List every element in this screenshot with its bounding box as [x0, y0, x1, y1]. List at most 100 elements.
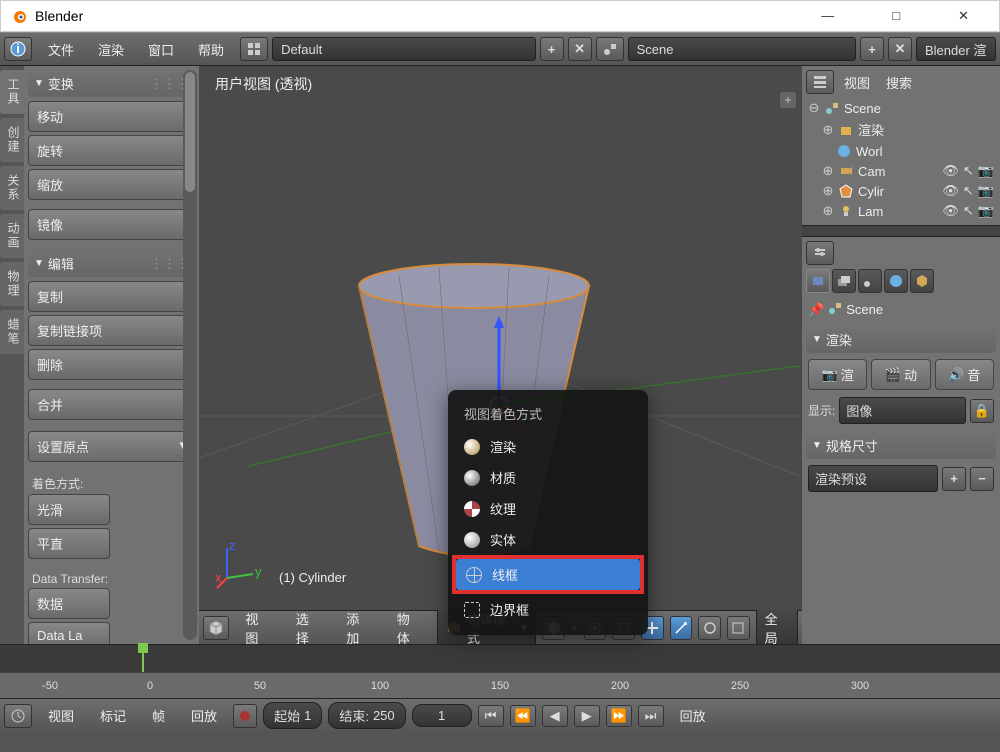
outliner-menu-view[interactable]: 视图 [838, 71, 876, 94]
editor-type-outliner-icon[interactable] [806, 70, 834, 94]
timeline-menu-marker[interactable]: 标记 [90, 702, 136, 729]
close-button[interactable]: ✕ [938, 2, 989, 30]
outliner-render-row[interactable]: ⊕ 渲染 [804, 118, 998, 141]
join-button[interactable]: 合并 [28, 389, 195, 420]
menu-help[interactable]: 帮助 [186, 34, 236, 65]
preset-remove-button[interactable]: − [970, 467, 994, 491]
set-origin-button[interactable]: 设置原点▾ [28, 431, 195, 462]
layout-browse-icon[interactable] [240, 37, 268, 61]
frame-current-field[interactable]: 1 [412, 704, 472, 727]
preset-add-button[interactable]: + [942, 467, 966, 491]
keyframe-next-button[interactable]: ⏩ [606, 705, 632, 727]
data-button[interactable]: 数据 [28, 588, 110, 619]
manipulator-rotate[interactable] [698, 616, 721, 640]
shading-bbox[interactable]: 边界框 [454, 594, 642, 625]
scene-browse-icon[interactable] [596, 37, 624, 61]
edit-panel-header[interactable]: ▼ 编辑⋮⋮⋮ [28, 250, 195, 277]
translate-button[interactable]: 移动 [28, 101, 195, 132]
toolshelf-scrollbar[interactable] [183, 70, 197, 640]
playhead[interactable] [142, 645, 144, 672]
tab-renderlayers-icon[interactable] [832, 269, 856, 293]
data-layout-button[interactable]: Data La [28, 622, 110, 644]
jump-start-button[interactable]: ⏮ [478, 705, 504, 727]
play-button[interactable]: ▶ [574, 705, 600, 727]
n-panel-toggle[interactable]: + [780, 92, 796, 108]
tab-physics[interactable]: 物理 [0, 262, 24, 306]
pin-icon[interactable]: 📌 [808, 302, 824, 318]
render-icon[interactable]: 📷 [978, 163, 994, 179]
screen-layout-select[interactable]: Default [272, 37, 536, 61]
play-reverse-button[interactable]: ◀ [542, 705, 568, 727]
shade-flat-button[interactable]: 平直 [28, 528, 110, 559]
outliner-lamp-row[interactable]: ⊕ Lam 👁↖📷 [804, 201, 998, 221]
menu-file[interactable]: 文件 [36, 34, 86, 65]
cursor-icon[interactable]: ↖ [963, 183, 974, 199]
editor-type-3dview-icon[interactable] [203, 616, 229, 640]
autokey-icon[interactable] [233, 704, 257, 728]
frame-end-field[interactable]: 结束: 250 [328, 702, 405, 729]
tab-scene-icon[interactable] [858, 269, 882, 293]
lock-icon[interactable]: 🔒 [970, 399, 994, 423]
outliner-menu-search[interactable]: 搜索 [880, 71, 918, 94]
editor-type-timeline-icon[interactable] [4, 704, 32, 728]
menu-window[interactable]: 窗口 [136, 34, 186, 65]
cursor-icon[interactable]: ↖ [963, 163, 974, 179]
render-icon[interactable]: 📷 [978, 203, 994, 219]
tab-relations[interactable]: 关系 [0, 166, 24, 210]
tab-greasepencil[interactable]: 蜡笔 [0, 310, 24, 354]
remove-layout-button[interactable]: ✕ [568, 37, 592, 61]
maximize-button[interactable]: □ [872, 2, 920, 30]
minimize-button[interactable]: — [801, 2, 854, 30]
menu-render[interactable]: 渲染 [86, 34, 136, 65]
manipulator-scale[interactable] [727, 616, 750, 640]
dimensions-panel-header[interactable]: ▼规格尺寸 [806, 432, 996, 459]
expand-icon[interactable]: ⊖ [808, 100, 820, 116]
scale-button[interactable]: 缩放 [28, 169, 195, 200]
frame-start-field[interactable]: 起始 1 [263, 702, 322, 729]
tab-world-icon[interactable] [884, 269, 908, 293]
transform-panel-header[interactable]: ▼ 变换⋮⋮⋮ [28, 70, 195, 97]
render-panel-header[interactable]: ▼渲染 [806, 326, 996, 353]
scene-select[interactable]: Scene [628, 37, 856, 61]
visible-icon[interactable]: 👁 [942, 163, 959, 179]
add-scene-button[interactable]: + [860, 37, 884, 61]
render-icon[interactable]: 📷 [978, 183, 994, 199]
timeline-ruler[interactable]: -50 0 50 100 150 200 250 300 [0, 672, 1000, 698]
expand-icon[interactable]: ⊕ [822, 122, 834, 138]
jump-end-button[interactable]: ⏭ [638, 705, 664, 727]
visible-icon[interactable]: 👁 [942, 183, 959, 199]
remove-scene-button[interactable]: ✕ [888, 37, 912, 61]
tab-tools[interactable]: 工具 [0, 70, 24, 114]
shading-texture[interactable]: 纹理 [454, 493, 642, 524]
delete-button[interactable]: 删除 [28, 349, 195, 380]
outliner-camera-row[interactable]: ⊕ Cam 👁↖📷 [804, 161, 998, 181]
timeline-menu-frame[interactable]: 帧 [142, 702, 175, 729]
timeline-menu-playback[interactable]: 回放 [181, 702, 227, 729]
timeline-playback-label[interactable]: 回放 [670, 702, 716, 729]
mirror-button[interactable]: 镜像 [28, 209, 195, 240]
tab-animation[interactable]: 动画 [0, 214, 24, 258]
duplicate-linked-button[interactable]: 复制链接项 [28, 315, 195, 346]
expand-icon[interactable]: ⊕ [822, 163, 834, 179]
render-still-button[interactable]: 📷渲 [808, 359, 867, 390]
editor-type-info-icon[interactable]: i [4, 37, 32, 61]
shade-smooth-button[interactable]: 光滑 [28, 494, 110, 525]
timeline-menu-view[interactable]: 视图 [38, 702, 84, 729]
add-layout-button[interactable]: + [540, 37, 564, 61]
cursor-icon[interactable]: ↖ [963, 203, 974, 219]
visible-icon[interactable]: 👁 [942, 203, 959, 219]
duplicate-button[interactable]: 复制 [28, 281, 195, 312]
tab-render-icon[interactable] [806, 269, 830, 293]
outliner-cylinder-row[interactable]: ⊕ Cylir 👁↖📷 [804, 181, 998, 201]
render-engine-select[interactable]: Blender 渲 [916, 37, 996, 61]
shading-material[interactable]: 材质 [454, 462, 642, 493]
tab-create[interactable]: 创建 [0, 118, 24, 162]
render-audio-button[interactable]: 🔊音 [935, 359, 994, 390]
render-preset-select[interactable]: 渲染预设 [808, 465, 938, 492]
shading-wireframe[interactable]: 线框 [456, 559, 640, 590]
rotate-button[interactable]: 旋转 [28, 135, 195, 166]
outliner-scene-row[interactable]: ⊖ Scene [804, 98, 998, 118]
shading-rendered[interactable]: 渲染 [454, 431, 642, 462]
outliner-world-row[interactable]: Worl [804, 141, 998, 161]
timeline-track[interactable] [0, 644, 1000, 672]
